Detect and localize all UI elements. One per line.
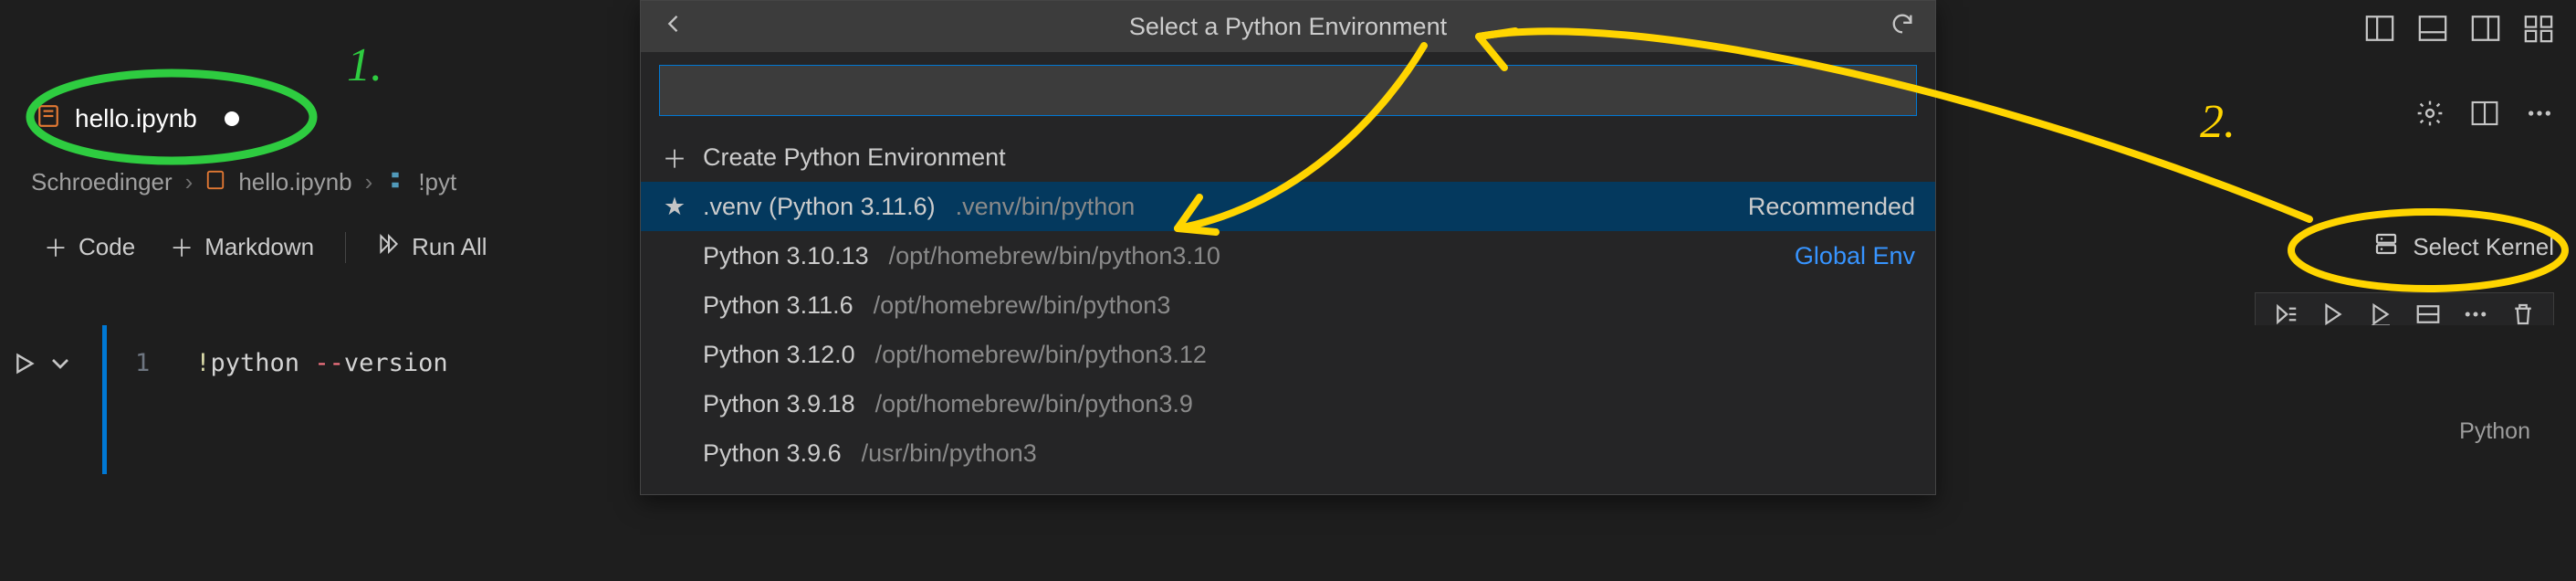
toolbar-divider (345, 232, 346, 263)
plus-icon: ＋ (44, 230, 68, 264)
select-kernel-button[interactable]: Select Kernel (2372, 230, 2554, 264)
quickpick-list: ＋ Create Python Environment ★ .venv (Pyt… (641, 129, 1935, 494)
run-all-button[interactable]: Run All (364, 225, 499, 269)
editor-title-actions (2415, 99, 2554, 134)
add-code-cell-button[interactable]: ＋ Code (31, 223, 148, 271)
back-icon[interactable] (661, 11, 686, 43)
tab-bar: hello.ipynb (0, 86, 267, 152)
line-number: 1 (135, 349, 150, 377)
breadcrumb-folder[interactable]: Schroedinger (31, 168, 173, 196)
chevron-right-icon: › (365, 168, 373, 196)
layout-grid-icon[interactable] (2523, 13, 2554, 50)
split-editor-icon[interactable] (2470, 99, 2499, 134)
plus-icon: ＋ (170, 230, 194, 264)
quickpick-item-python3116[interactable]: Python 3.11.6 /opt/homebrew/bin/python3 (641, 280, 1935, 330)
plus-icon: ＋ (661, 140, 688, 175)
panel-bottom-icon[interactable] (2417, 13, 2448, 50)
breadcrumb[interactable]: Schroedinger › hello.ipynb › !pyt (31, 168, 456, 196)
refresh-icon[interactable] (1890, 11, 1915, 43)
run-all-icon (377, 232, 401, 262)
quickpick-create-env[interactable]: ＋ Create Python Environment (641, 132, 1935, 182)
quickpick-header: Select a Python Environment (641, 1, 1935, 52)
notebook-file-icon (37, 104, 60, 134)
split-left-icon[interactable] (2364, 13, 2395, 50)
quickpick-item-python3120[interactable]: Python 3.12.0 /opt/homebrew/bin/python3.… (641, 330, 1935, 379)
play-icon (9, 349, 38, 378)
quickpick-item-python3918[interactable]: Python 3.9.18 /opt/homebrew/bin/python3.… (641, 379, 1935, 428)
editor-layout-icons (2364, 13, 2554, 50)
tab-filename: hello.ipynb (75, 104, 197, 133)
chevron-down-icon (46, 349, 75, 378)
annotation-label-2: 2. (2191, 82, 2300, 164)
quickpick-title: Select a Python Environment (686, 13, 1890, 41)
cell-focus-indicator (102, 325, 107, 474)
chevron-right-icon: › (185, 168, 194, 196)
more-icon[interactable] (2525, 99, 2554, 134)
quickpick-item-python396[interactable]: Python 3.9.6 /usr/bin/python3 (641, 428, 1935, 478)
quickpick-item-venv[interactable]: ★ .venv (Python 3.11.6) .venv/bin/python… (641, 182, 1935, 231)
cell-run-gutter[interactable] (9, 325, 108, 401)
unsaved-indicator-icon (225, 111, 239, 126)
add-markdown-cell-button[interactable]: ＋ Markdown (157, 223, 327, 271)
breadcrumb-file[interactable]: hello.ipynb (238, 168, 351, 196)
cell-language-label[interactable]: Python (2459, 418, 2530, 445)
python-symbol-icon (385, 168, 405, 196)
svg-text:1.: 1. (347, 39, 382, 91)
breadcrumb-symbol[interactable]: !pyt (418, 168, 456, 196)
star-icon: ★ (661, 193, 688, 221)
quickpick-panel: Select a Python Environment ＋ Create Pyt… (640, 0, 1936, 495)
quickpick-search-input[interactable] (659, 65, 1917, 116)
tab-hello-ipynb[interactable]: hello.ipynb (0, 86, 267, 152)
split-right-icon[interactable] (2470, 13, 2501, 50)
annotation-label-1: 1. (338, 26, 447, 108)
quickpick-item-python31013[interactable]: Python 3.10.13 /opt/homebrew/bin/python3… (641, 231, 1935, 280)
gear-icon[interactable] (2415, 99, 2445, 134)
notebook-file-icon (205, 168, 225, 196)
svg-text:2.: 2. (2200, 96, 2236, 148)
server-icon (2372, 230, 2400, 264)
